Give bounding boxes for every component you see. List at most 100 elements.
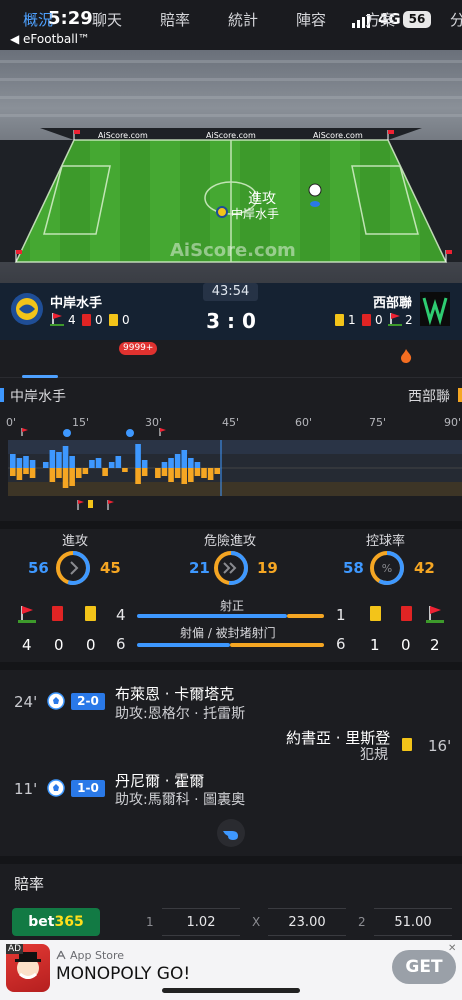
momentum-home-bar bbox=[168, 458, 174, 468]
app-store-icon bbox=[56, 950, 66, 960]
momentum-away-bar bbox=[207, 468, 214, 480]
live-pitch: AiScore.com AiScore.com AiScore.com AiSc… bbox=[0, 50, 462, 283]
event-2-yellow-card-icon bbox=[402, 738, 412, 751]
timeline-away-name: 西部聯 bbox=[408, 389, 450, 405]
away-corners: 2 bbox=[405, 313, 413, 327]
momentum-home-bar bbox=[16, 458, 23, 468]
ad-get-button[interactable]: GET bbox=[392, 950, 456, 984]
momentum-home-bar bbox=[141, 460, 148, 468]
double-chevron-icon bbox=[223, 562, 237, 574]
back-to-app-link[interactable]: ◀ eFootball™ bbox=[10, 32, 90, 46]
momentum-away-bar bbox=[16, 468, 23, 480]
momentum-home-bar bbox=[181, 450, 188, 468]
away-yellow-count-2: 1 bbox=[370, 636, 380, 654]
away-corner-icon bbox=[388, 313, 402, 326]
chat-badge: 9999+ bbox=[119, 342, 158, 355]
home-corners: 4 bbox=[68, 313, 76, 327]
away-color-bar bbox=[458, 388, 462, 402]
tab-chat[interactable]: 聊天 bbox=[92, 9, 122, 30]
momentum-home-bar bbox=[174, 454, 181, 468]
ad-store-label: App Store bbox=[70, 949, 125, 962]
momentum-away-bar bbox=[10, 468, 16, 476]
momentum-away-bar bbox=[188, 468, 194, 482]
app-root: { "status_bar": { "time": "5:29", "back_… bbox=[0, 0, 462, 1000]
home-red-count: 0 bbox=[95, 313, 103, 327]
event-1-minute: 24' bbox=[14, 693, 38, 711]
home-yellow-count-2: 0 bbox=[86, 636, 96, 654]
odds-home-key: 1 bbox=[146, 915, 154, 929]
odds-away-key: 2 bbox=[358, 915, 366, 929]
momentum-away-bar bbox=[102, 468, 108, 476]
away-red-card-icon bbox=[362, 314, 371, 326]
tab-overview[interactable]: 概況 bbox=[23, 9, 53, 30]
away-yellow-card-icon-2 bbox=[370, 606, 381, 621]
ball-icon bbox=[308, 183, 322, 197]
odds-home-value[interactable]: 1.02 bbox=[162, 908, 240, 936]
momentum-home-bar bbox=[56, 452, 62, 468]
whistle-icon[interactable] bbox=[216, 818, 246, 848]
tab-odds[interactable]: 賠率 bbox=[160, 9, 190, 30]
home-indicator[interactable] bbox=[162, 988, 300, 993]
away-yellow-count: 1 bbox=[348, 313, 356, 327]
chevron-right-icon bbox=[70, 561, 79, 575]
tab-bar bbox=[0, 340, 462, 378]
pitch-attacking-team: 中岸水手 bbox=[231, 207, 280, 221]
event-3-score: 1-0 bbox=[71, 780, 105, 797]
bookmaker-name-part-1: bet bbox=[28, 914, 55, 930]
tab-plan[interactable]: 方案 bbox=[365, 9, 395, 30]
odds-draw-value[interactable]: 23.00 bbox=[268, 908, 346, 936]
event-1-assist: 助攻:恩格尔 · 托雷斯 bbox=[115, 706, 246, 722]
home-color-bar bbox=[0, 388, 4, 402]
goal-ball-icon-2 bbox=[47, 779, 65, 797]
away-red-card-icon-2 bbox=[401, 606, 412, 621]
pitch-watermark: AiScore.com bbox=[170, 240, 296, 261]
momentum-home-bar bbox=[62, 446, 69, 468]
momentum-away-bar bbox=[122, 468, 128, 472]
momentum-away-bar bbox=[29, 468, 36, 478]
ad-close-icon[interactable]: ✕ bbox=[448, 943, 456, 954]
event-3-player[interactable]: 丹尼爾 · 霍爾 bbox=[115, 770, 204, 791]
fire-icon bbox=[401, 349, 412, 363]
on-target-away-bar bbox=[287, 614, 324, 618]
attack-ring bbox=[56, 551, 90, 585]
stat-possession-label: 控球率 bbox=[366, 534, 406, 549]
event-1-player[interactable]: 布萊恩 · 卡爾塔克 bbox=[115, 683, 234, 704]
off-target-home-bar bbox=[137, 643, 230, 647]
away-yellow-card-icon bbox=[335, 314, 344, 326]
home-team-name[interactable]: 中岸水手 bbox=[50, 292, 102, 311]
tab-stats[interactable]: 統計 bbox=[228, 9, 258, 30]
away-corners-count: 2 bbox=[430, 636, 440, 654]
danger-ring bbox=[214, 551, 248, 585]
momentum-chart bbox=[8, 428, 462, 510]
event-1-score: 2-0 bbox=[71, 693, 105, 710]
momentum-away-bar bbox=[135, 468, 141, 484]
stat-danger-home: 21 bbox=[189, 559, 210, 577]
timeline-top-markers bbox=[21, 428, 166, 437]
match-score: 3 : 0 bbox=[206, 309, 256, 333]
momentum-away-bar bbox=[214, 468, 220, 474]
home-corners-count: 4 bbox=[22, 636, 32, 654]
sponsor-label-1: AiScore.com bbox=[98, 131, 148, 140]
odds-draw-key: X bbox=[252, 915, 261, 929]
momentum-away-bar bbox=[82, 468, 89, 474]
momentum-away-bar bbox=[69, 468, 75, 486]
momentum-away-bar bbox=[23, 468, 29, 474]
ad-title[interactable]: MONOPOLY GO! bbox=[56, 964, 190, 984]
momentum-home-bar bbox=[89, 460, 95, 468]
home-yellow-count: 0 bbox=[122, 313, 130, 327]
tab-lineup[interactable]: 陣容 bbox=[296, 9, 326, 30]
tab-more[interactable]: 分 bbox=[450, 9, 462, 30]
away-team-name[interactable]: 西部聯 bbox=[373, 292, 412, 311]
ad-tag: AD bbox=[6, 944, 24, 954]
event-2-note: 犯規 bbox=[360, 747, 388, 763]
home-corner-icon bbox=[50, 313, 64, 326]
odds-away-value[interactable]: 51.00 bbox=[374, 908, 452, 936]
momentum-home-bar bbox=[69, 456, 75, 468]
timeline-home-name: 中岸水手 bbox=[10, 389, 66, 405]
momentum-away-bar bbox=[62, 468, 69, 488]
momentum-away-bar bbox=[49, 468, 56, 482]
bookmaker-logo[interactable]: bet365 bbox=[12, 908, 100, 936]
momentum-home-bar bbox=[23, 456, 29, 468]
status-time: 5:29 bbox=[48, 8, 93, 29]
stat-danger-away: 19 bbox=[257, 559, 278, 577]
